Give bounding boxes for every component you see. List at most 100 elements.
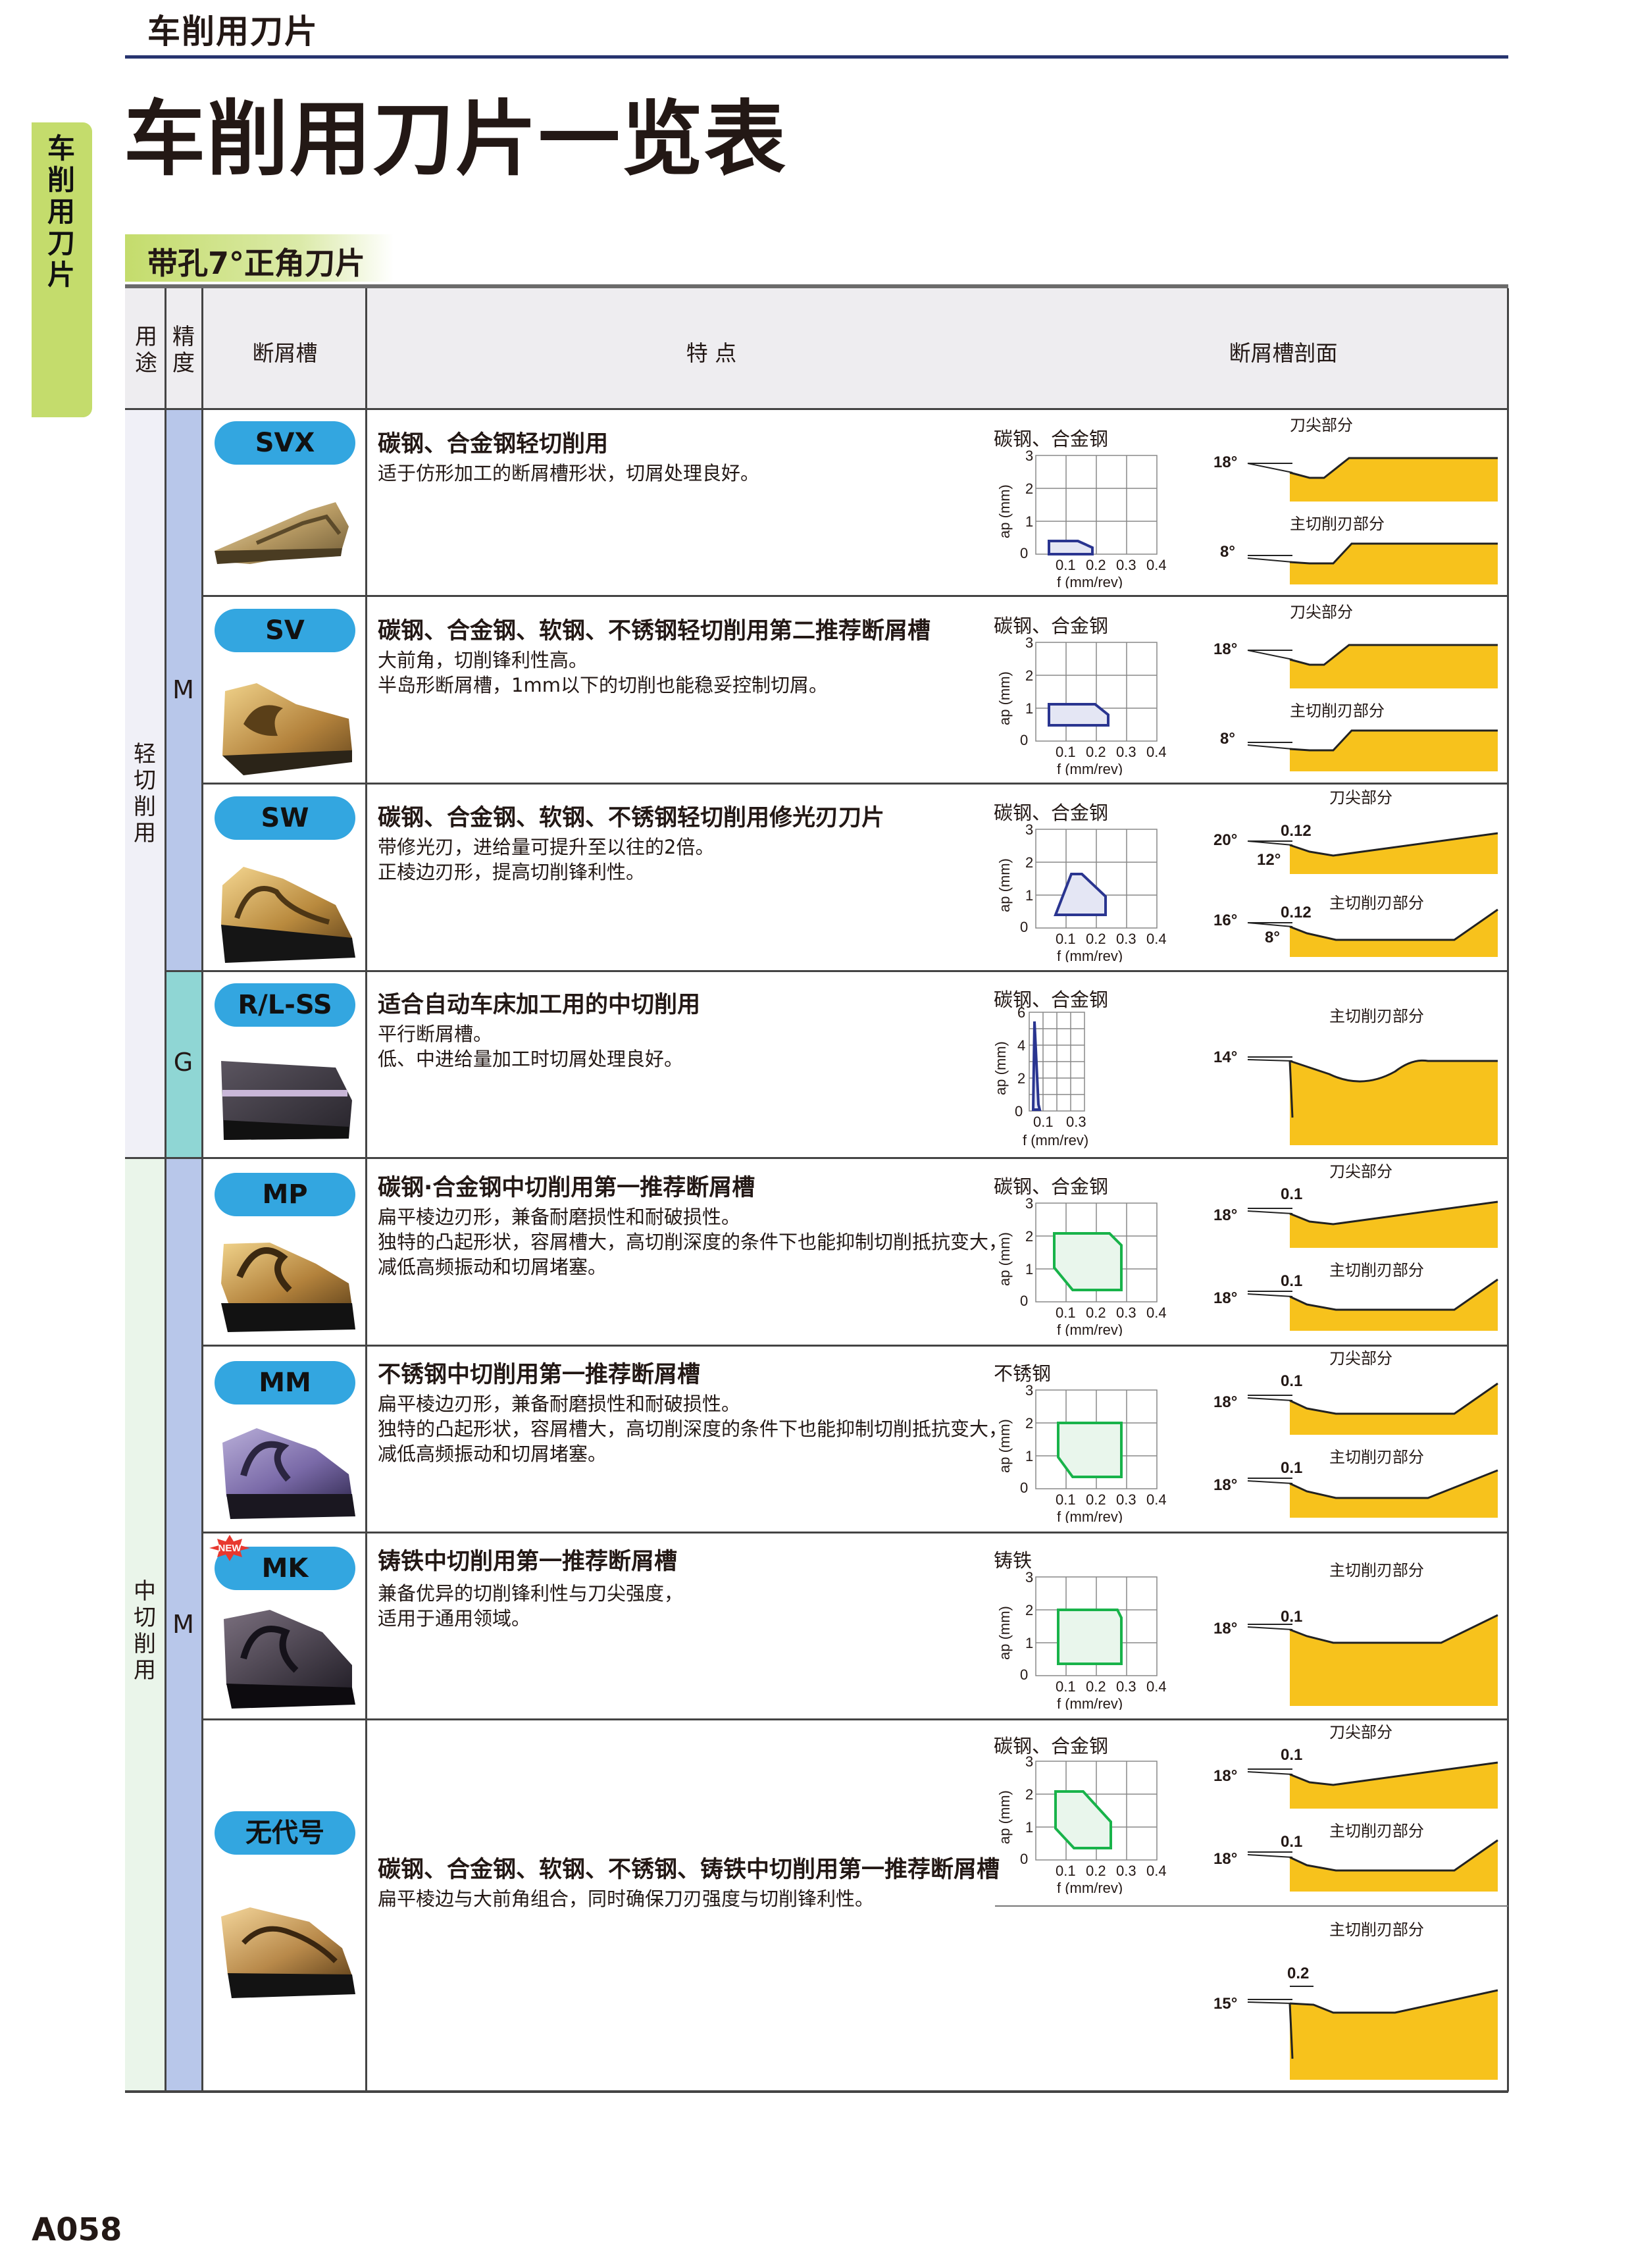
- profile-sv: 刀尖部分 主切削刃部分 18° 8°: [1213, 604, 1498, 771]
- svg-text:f (mm/rev): f (mm/rev): [1057, 761, 1123, 775]
- svg-text:刀尖部分: 刀尖部分: [1290, 417, 1353, 434]
- svg-text:8°: 8°: [1265, 929, 1280, 946]
- chipbreaker-badge-sw[interactable]: SW: [215, 796, 355, 840]
- feature-desc-svx: 适于仿形加工的断屑槽形状，切屑处理良好。: [378, 462, 760, 484]
- svg-text:1: 1: [1025, 1448, 1033, 1464]
- range-chart-sv: 3 2 1 0 0.1 0.2 0.3 0.4 f (mm/rev) ap (mm): [996, 636, 1167, 775]
- svg-text:f (mm/rev): f (mm/rev): [1023, 1132, 1088, 1148]
- svg-text:f (mm/rev): f (mm/rev): [1057, 574, 1123, 588]
- svg-text:0.4: 0.4: [1146, 931, 1167, 947]
- profile-mm: 刀尖部分 主切削刃部分 18° 0.1 18° 0.1: [1213, 1350, 1498, 1518]
- material-label-sw: 碳钢、合金钢: [994, 802, 1109, 824]
- profile-sw: 刀尖部分 主切削刃部分 20° 0.12 12° 16° 0.12 8°: [1213, 789, 1498, 957]
- svg-text:3: 3: [1025, 823, 1033, 838]
- svg-text:主切削刃部分: 主切削刃部分: [1329, 1449, 1424, 1466]
- chipbreaker-badge-no-code[interactable]: 无代号: [215, 1811, 355, 1855]
- svg-text:0.4: 0.4: [1146, 1304, 1167, 1321]
- material-label-mp: 碳钢、合金钢: [994, 1175, 1109, 1198]
- svg-text:0.3: 0.3: [1116, 744, 1136, 760]
- svg-text:0.1: 0.1: [1056, 1863, 1076, 1879]
- table-bottom-rule: [125, 2090, 1508, 2093]
- feature-title-svx: 碳钢、合金钢轻切削用: [378, 431, 609, 457]
- svg-text:0.4: 0.4: [1146, 744, 1167, 760]
- svg-text:6: 6: [1017, 1006, 1025, 1021]
- svg-text:ap (mm): ap (mm): [996, 1232, 1013, 1286]
- svg-text:0.2: 0.2: [1086, 1863, 1106, 1879]
- range-chart-sw: 3 2 1 0 0.1 0.2 0.3 0.4 f (mm/rev) ap (mm): [996, 823, 1167, 962]
- svg-text:ap (mm): ap (mm): [996, 858, 1013, 912]
- svg-text:2: 2: [1025, 667, 1033, 684]
- column-rule: [165, 288, 166, 2092]
- profile-mp: 刀尖部分 主切削刃部分 18° 0.1 18° 0.1: [1213, 1163, 1498, 1331]
- svg-text:0.1: 0.1: [1056, 931, 1076, 947]
- chipbreaker-badge-mp[interactable]: MP: [215, 1173, 355, 1216]
- svg-text:f (mm/rev): f (mm/rev): [1057, 1508, 1123, 1523]
- svg-text:0.3: 0.3: [1116, 557, 1136, 573]
- profile-no-code-steel: 刀尖部分 主切削刃部分 18° 0.1 18° 0.1: [1213, 1724, 1498, 1892]
- page-number: A058: [32, 2211, 122, 2248]
- svg-text:2: 2: [1025, 854, 1033, 871]
- svg-text:1: 1: [1025, 1635, 1033, 1651]
- section-title: 带孔7°正角刀片: [147, 245, 366, 281]
- svg-text:18°: 18°: [1213, 1850, 1237, 1868]
- chipbreaker-badge-rl-ss[interactable]: R/L-SS: [215, 983, 355, 1027]
- svg-text:18°: 18°: [1213, 1289, 1237, 1307]
- svg-text:3: 3: [1025, 1383, 1033, 1399]
- range-chart-mk: 3 2 1 0 0.1 0.2 0.3 0.4 f (mm/rev) ap (mm): [996, 1570, 1167, 1710]
- svg-text:0.4: 0.4: [1146, 1491, 1167, 1508]
- feature-desc-no-code: 扁平棱边与大前角组合，同时确保刀刃强度与切削锋利性。: [378, 1888, 875, 1910]
- row-rule: [201, 1532, 1508, 1533]
- chipbreaker-badge-sv[interactable]: SV: [215, 609, 355, 652]
- feature-title-sw: 碳钢、合金钢、软钢、不锈钢轻切削用修光刃刀片: [378, 805, 885, 831]
- svg-text:2: 2: [1025, 1415, 1033, 1431]
- svg-text:0.3: 0.3: [1116, 1678, 1136, 1695]
- svg-text:主切削刃部分: 主切削刃部分: [1329, 894, 1424, 912]
- svg-text:1: 1: [1025, 1261, 1033, 1277]
- svg-text:0.2: 0.2: [1086, 1304, 1106, 1321]
- insert-image-mp: [221, 1243, 355, 1332]
- insert-image-sw: [221, 867, 355, 963]
- svg-text:2: 2: [1025, 1602, 1033, 1618]
- profile-rl-ss: 主切削刃部分 14°: [1213, 1008, 1498, 1145]
- svg-text:f (mm/rev): f (mm/rev): [1057, 1695, 1123, 1710]
- svg-text:1: 1: [1025, 513, 1033, 530]
- feature-desc-mp: 扁平棱边刃形，兼备耐磨损性和耐破损性。 独特的凸起形状，容屑槽大，高切削深度的条件…: [378, 1206, 1008, 1278]
- row-rule: [201, 1345, 1508, 1347]
- chipbreaker-badge-mm[interactable]: MM: [215, 1361, 355, 1405]
- range-chart-mp: 3 2 1 0 0.1 0.2 0.3 0.4 f (mm/rev) ap (mm): [996, 1197, 1167, 1336]
- svg-text:12°: 12°: [1257, 851, 1281, 869]
- svg-text:0.3: 0.3: [1116, 931, 1136, 947]
- svg-text:主切削刃部分: 主切削刃部分: [1329, 1921, 1424, 1939]
- svg-text:0.2: 0.2: [1086, 1491, 1106, 1508]
- svg-text:0.3: 0.3: [1116, 1491, 1136, 1508]
- range-chart-no-code: 3 2 1 0 0.1 0.2 0.3 0.4 f (mm/rev) ap (mm): [996, 1755, 1167, 1894]
- svg-text:主切削刃部分: 主切削刃部分: [1329, 1562, 1424, 1580]
- svg-text:0.1: 0.1: [1056, 1491, 1076, 1508]
- range-chart-svx: 3 2 1 0 0.1 0.2 0.3 0.4 f (mm/rev) ap (mm): [996, 449, 1167, 588]
- svg-text:主切削刃部分: 主切削刃部分: [1290, 515, 1385, 533]
- header-features: 特 点: [686, 340, 737, 366]
- chipbreaker-badge-svx[interactable]: SVX: [215, 421, 355, 465]
- svg-text:0.4: 0.4: [1146, 1678, 1167, 1695]
- svg-text:2: 2: [1025, 480, 1033, 497]
- svg-text:3: 3: [1025, 636, 1033, 651]
- feature-desc-sv: 大前角，切削锋利性高。 半岛形断屑槽，1mm以下的切削也能稳妥控制切屑。: [378, 649, 828, 696]
- svg-text:16°: 16°: [1213, 912, 1237, 929]
- svg-text:0.2: 0.2: [1086, 931, 1106, 947]
- svg-text:0.3: 0.3: [1116, 1863, 1136, 1879]
- svg-text:18°: 18°: [1213, 1393, 1237, 1411]
- svg-text:0.1: 0.1: [1281, 1459, 1302, 1477]
- feature-title-rl-ss: 适合自动车床加工用的中切削用: [378, 992, 701, 1018]
- page-title: 车削用刀片一览表: [124, 92, 788, 187]
- svg-text:0: 0: [1020, 1666, 1028, 1683]
- profile-svx: 刀尖部分 主切削刃部分 18° 8°: [1213, 417, 1498, 584]
- precision-label-g: G: [173, 1048, 193, 1077]
- svg-text:0.1: 0.1: [1281, 1272, 1302, 1290]
- svg-text:0: 0: [1020, 1851, 1028, 1867]
- svg-text:3: 3: [1025, 1755, 1033, 1770]
- precision-label-m1: M: [172, 675, 194, 704]
- svg-text:0.4: 0.4: [1146, 557, 1167, 573]
- column-rule: [1507, 288, 1509, 2092]
- svg-text:主切削刃部分: 主切削刃部分: [1329, 1262, 1424, 1279]
- header-chipbreaker: 断屑槽: [252, 340, 318, 366]
